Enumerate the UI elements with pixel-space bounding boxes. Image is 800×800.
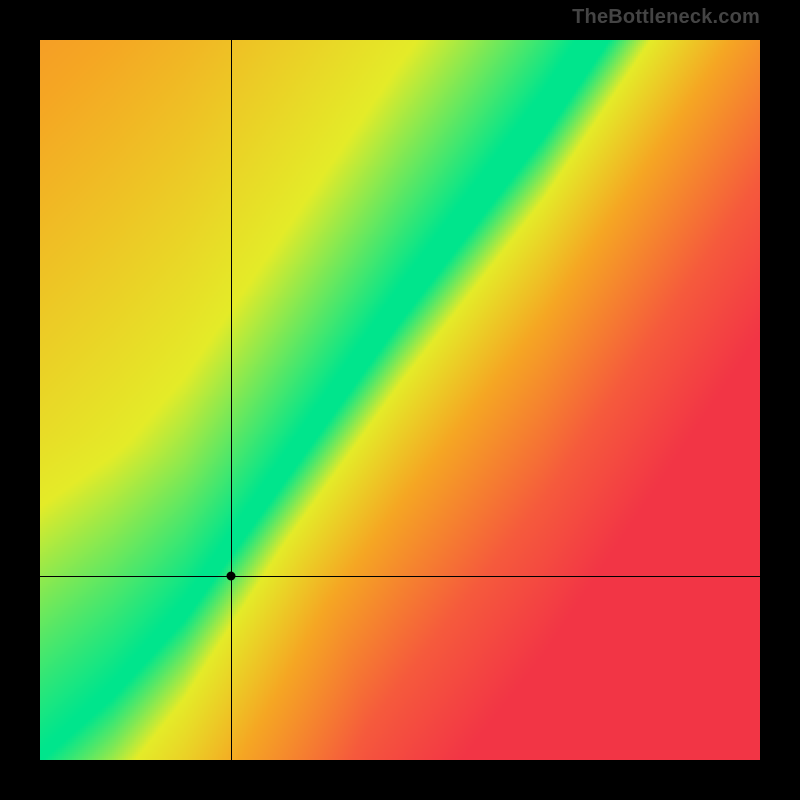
heatmap-canvas	[40, 40, 760, 760]
watermark-text: TheBottleneck.com	[572, 6, 760, 29]
plot-area	[40, 40, 760, 760]
chart-frame: TheBottleneck.com	[0, 0, 800, 800]
